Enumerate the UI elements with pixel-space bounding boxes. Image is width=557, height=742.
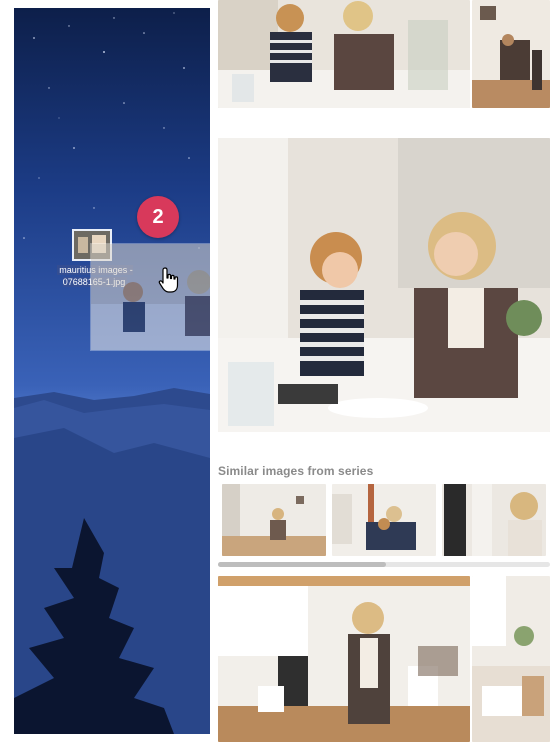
main-photo[interactable]	[218, 138, 550, 432]
photo-thumbnail[interactable]	[218, 576, 470, 742]
similar-image-thumbnail[interactable]	[442, 484, 546, 556]
similar-image-thumbnail[interactable]	[222, 484, 326, 556]
wallpaper-scene	[14, 12, 210, 734]
hand-cursor-icon	[158, 266, 180, 294]
photo-thumbnail[interactable]	[218, 0, 470, 108]
horizontal-scrollbar[interactable]	[218, 562, 550, 567]
photo-thumbnail[interactable]	[472, 0, 550, 108]
photo-thumbnail[interactable]	[472, 576, 550, 742]
similar-images-heading: Similar images from series	[218, 464, 374, 478]
desktop-wallpaper	[14, 8, 210, 734]
scrollbar-thumb[interactable]	[218, 562, 386, 567]
step-badge: 2	[137, 196, 179, 238]
image-panel: Similar images from series	[210, 0, 557, 742]
similar-image-thumbnail[interactable]	[332, 484, 436, 556]
